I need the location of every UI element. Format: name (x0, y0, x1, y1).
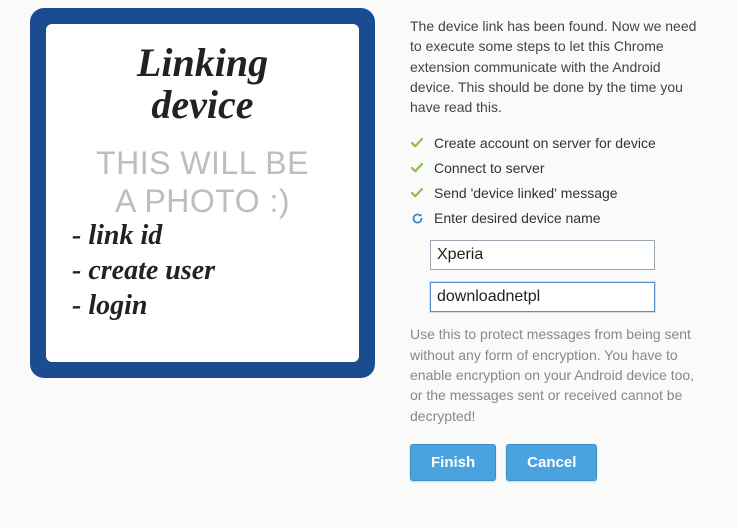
photo-title-line1: Linking (137, 40, 268, 85)
step-label: Enter desired device name (434, 210, 601, 226)
step-enter-name: Enter desired device name (410, 210, 707, 226)
photo-list-item: - create user (72, 253, 339, 288)
photo-list-item: - login (72, 288, 339, 323)
photo-list-item: - link id (72, 218, 339, 253)
steps-list: Create account on server for device Conn… (410, 135, 707, 226)
step-create-account: Create account on server for device (410, 135, 707, 151)
photo-placeholder: Linking device THIS WILL BE A PHOTO :) -… (46, 24, 359, 362)
right-panel: The device link has been found. Now we n… (380, 8, 737, 481)
check-icon (410, 161, 424, 175)
refresh-icon (410, 211, 424, 225)
intro-text: The device link has been found. Now we n… (410, 16, 707, 117)
photo-title: Linking device (66, 42, 339, 126)
watermark-line2: A PHOTO :) (115, 183, 290, 219)
inputs-block (430, 240, 707, 312)
step-label: Create account on server for device (434, 135, 656, 151)
cancel-button[interactable]: Cancel (506, 444, 597, 481)
button-row: Finish Cancel (410, 444, 707, 481)
password-input[interactable] (430, 282, 655, 312)
main-container: Linking device THIS WILL BE A PHOTO :) -… (0, 0, 737, 481)
check-icon (410, 186, 424, 200)
watermark-line1: THIS WILL BE (96, 145, 309, 181)
step-send-message: Send 'device linked' message (410, 185, 707, 201)
check-icon (410, 136, 424, 150)
helper-text: Use this to protect messages from being … (410, 324, 707, 425)
left-panel: Linking device THIS WILL BE A PHOTO :) -… (0, 8, 380, 481)
photo-frame: Linking device THIS WILL BE A PHOTO :) -… (30, 8, 375, 378)
step-connect-server: Connect to server (410, 160, 707, 176)
photo-title-line2: device (151, 82, 253, 127)
step-label: Send 'device linked' message (434, 185, 618, 201)
finish-button[interactable]: Finish (410, 444, 496, 481)
photo-list: - link id - create user - login (66, 218, 339, 323)
device-name-input[interactable] (430, 240, 655, 270)
step-label: Connect to server (434, 160, 545, 176)
photo-watermark: THIS WILL BE A PHOTO :) (46, 144, 359, 221)
